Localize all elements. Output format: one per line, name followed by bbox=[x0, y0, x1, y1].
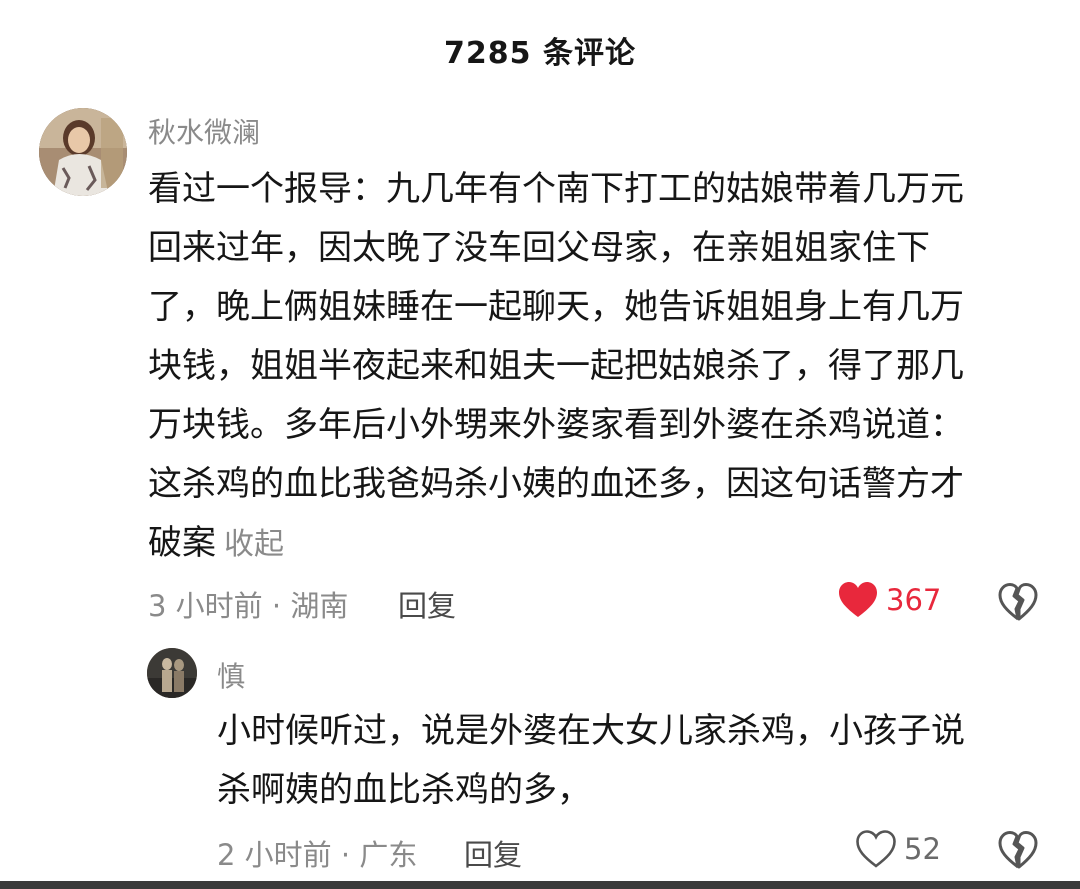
comment-text: 小时候听过，说是外婆在大女儿家杀鸡，小孩子说 杀啊姨的血比杀鸡的多， bbox=[217, 702, 1047, 820]
comment-time: 2 小时前 bbox=[217, 838, 332, 872]
comment-location: 湖南 bbox=[290, 589, 349, 623]
collapse-link[interactable]: 收起 bbox=[224, 527, 284, 562]
heart-icon bbox=[856, 830, 896, 868]
avatar[interactable] bbox=[147, 648, 197, 698]
comment-line: 杀啊姨的血比杀鸡的多， bbox=[217, 770, 591, 810]
reply-button[interactable]: 回复 bbox=[464, 832, 522, 874]
avatar-image bbox=[39, 108, 127, 196]
like-button[interactable]: 367 bbox=[838, 581, 941, 619]
comment-line: 小时候听过，说是外婆在大女儿家杀鸡，小孩子说 bbox=[217, 711, 965, 751]
comment-text: 看过一个报导：九几年有个南下打工的姑娘带着几万元 回来过年，因太晚了没车回父母家… bbox=[148, 160, 1038, 574]
bottom-divider bbox=[0, 881, 1080, 889]
avatar[interactable] bbox=[39, 108, 127, 196]
username[interactable]: 慎 bbox=[217, 655, 245, 695]
comment-meta: 3 小时前 · 湖南 bbox=[148, 583, 348, 625]
comment-count-title: 7285 条评论 bbox=[444, 36, 636, 71]
comment-line: 看过一个报导：九几年有个南下打工的姑娘带着几万元 bbox=[148, 169, 964, 209]
comment-line: 万块钱。多年后小外甥来外婆家看到外婆在杀鸡说道： bbox=[148, 405, 964, 445]
comment-line: 了，晚上俩姐妹睡在一起聊天，她告诉姐姐身上有几万 bbox=[148, 287, 964, 327]
meta-separator: · bbox=[262, 589, 291, 623]
meta-separator: · bbox=[331, 838, 360, 872]
comment-location: 广东 bbox=[359, 838, 418, 872]
dislike-button[interactable] bbox=[998, 582, 1038, 622]
comment-line: 块钱，姐姐半夜起来和姐夫一起把姑娘杀了，得了那几 bbox=[148, 346, 964, 386]
broken-heart-icon bbox=[998, 583, 1038, 621]
username[interactable]: 秋水微澜 bbox=[148, 111, 260, 151]
comment-line: 回来过年，因太晚了没车回父母家，在亲姐姐家住下 bbox=[148, 228, 930, 268]
comment-line: 这杀鸡的血比我爸妈杀小姨的血还多，因这句话警方才 bbox=[148, 464, 964, 504]
like-count: 367 bbox=[886, 583, 942, 617]
comment-line: 破案 bbox=[148, 523, 216, 563]
like-button[interactable]: 52 bbox=[856, 830, 941, 868]
heart-icon bbox=[839, 582, 877, 617]
comments-panel: 7285 条评论 秋水微澜 看过一个报导：九几年有个南下打工的姑娘带着几万元 回… bbox=[0, 0, 1080, 889]
dislike-button[interactable] bbox=[998, 830, 1038, 870]
broken-heart-icon bbox=[998, 831, 1038, 869]
avatar-image bbox=[147, 648, 197, 698]
like-count: 52 bbox=[904, 832, 941, 866]
reply-button[interactable]: 回复 bbox=[398, 583, 456, 625]
comment-meta: 2 小时前 · 广东 bbox=[217, 832, 417, 874]
comment-time: 3 小时前 bbox=[148, 589, 263, 623]
